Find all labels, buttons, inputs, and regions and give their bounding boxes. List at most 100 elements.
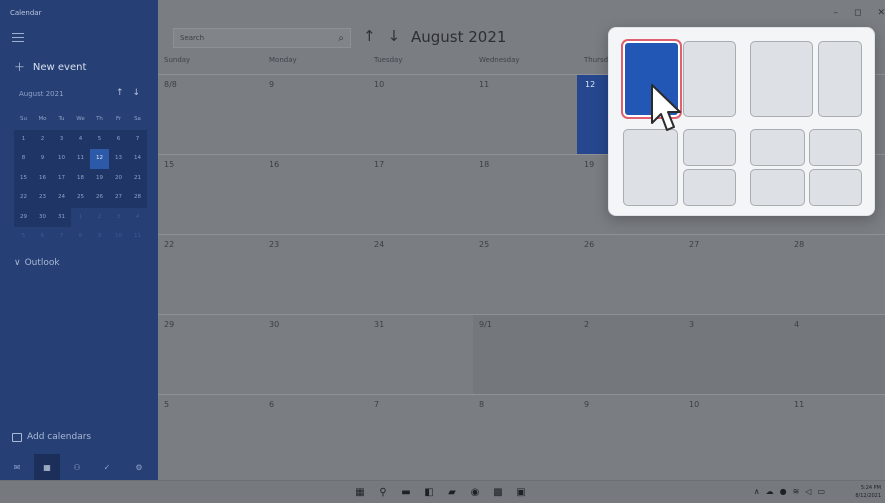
next-month-icon[interactable]: ↓ [388, 27, 401, 45]
snap-zone-two-thirds-left[interactable] [750, 41, 813, 117]
search-icon[interactable]: ⌕ [338, 33, 344, 44]
day-number[interactable]: 17 [374, 160, 384, 169]
mini-day[interactable]: 27 [109, 188, 128, 208]
mini-day[interactable]: 7 [128, 129, 147, 149]
day-number[interactable]: 27 [689, 240, 699, 249]
mini-day[interactable]: 25 [71, 188, 90, 208]
mini-day[interactable]: 3 [52, 129, 71, 149]
mini-day[interactable]: 14 [128, 149, 147, 169]
search-icon[interactable]: ⚲ [376, 486, 390, 499]
mini-day[interactable]: 8 [71, 227, 90, 247]
mini-day[interactable]: 11 [128, 227, 147, 247]
day-number[interactable]: 5 [164, 400, 169, 409]
mini-day[interactable]: 26 [90, 188, 109, 208]
day-number[interactable]: 24 [374, 240, 384, 249]
snap-zone-quad-bottom-right[interactable] [683, 169, 736, 206]
day-number[interactable]: 9 [269, 80, 274, 89]
mini-day[interactable]: 1 [14, 129, 33, 149]
mini-day[interactable]: 20 [109, 168, 128, 188]
mini-day[interactable]: 5 [14, 227, 33, 247]
taskbar-clock[interactable]: 5:24 PM 8/12/2021 [855, 484, 881, 500]
calendar-icon[interactable]: ▦ [34, 454, 60, 480]
mini-day[interactable]: 9 [33, 149, 52, 169]
mini-day[interactable]: 2 [33, 129, 52, 149]
day-number[interactable]: 18 [479, 160, 489, 169]
security-icon[interactable]: ● [780, 487, 787, 496]
day-number[interactable]: 23 [269, 240, 279, 249]
mini-day[interactable]: 10 [109, 227, 128, 247]
mini-day[interactable]: 23 [33, 188, 52, 208]
mini-day[interactable]: 1 [71, 208, 90, 228]
day-number[interactable]: 4 [794, 320, 799, 329]
mini-day[interactable]: 3 [109, 208, 128, 228]
mini-day[interactable]: 9 [90, 227, 109, 247]
day-number[interactable]: 11 [794, 400, 804, 409]
search-input[interactable]: Search ⌕ [173, 28, 351, 48]
maximize-button[interactable]: ◻ [854, 8, 861, 18]
mini-day[interactable]: 22 [14, 188, 33, 208]
day-number[interactable]: 3 [689, 320, 694, 329]
mini-day[interactable]: 30 [33, 207, 52, 227]
mini-day[interactable]: 28 [128, 188, 147, 208]
day-number[interactable]: 2 [584, 320, 589, 329]
day-number[interactable]: 8 [479, 400, 484, 409]
mail-icon[interactable]: ✉ [4, 454, 30, 480]
snap-zone-one-third-right[interactable] [818, 41, 862, 117]
battery-icon[interactable]: ▭ [817, 487, 825, 496]
volume-icon[interactable]: ◁ [805, 487, 811, 496]
day-number[interactable]: 19 [584, 160, 594, 169]
up-arrow-icon[interactable]: ↑ [116, 88, 124, 98]
store-icon[interactable]: ▩ [491, 486, 505, 499]
day-number[interactable]: 30 [269, 320, 279, 329]
snap-zone-quad-top-right[interactable] [683, 129, 736, 166]
day-number[interactable]: 9 [584, 400, 589, 409]
mini-day[interactable]: 4 [71, 129, 90, 149]
outlook-account[interactable]: ∨ Outlook [14, 258, 60, 268]
file-explorer-icon[interactable]: ▰ [445, 486, 459, 499]
day-number[interactable]: 16 [269, 160, 279, 169]
day-number[interactable]: 7 [374, 400, 379, 409]
task-view-icon[interactable]: ▬ [399, 486, 413, 499]
mini-day[interactable]: 8 [14, 149, 33, 169]
people-icon[interactable]: ⚇ [64, 454, 90, 480]
mini-day[interactable]: 5 [90, 129, 109, 149]
day-number[interactable]: 15 [164, 160, 174, 169]
close-button[interactable]: ✕ [877, 8, 885, 18]
edge-icon[interactable]: ◉ [468, 486, 482, 499]
mini-day[interactable]: 17 [52, 168, 71, 188]
wifi-icon[interactable]: ≋ [793, 487, 800, 496]
mini-day[interactable]: 12 [90, 149, 109, 169]
cloud-icon[interactable]: ☁ [766, 487, 774, 496]
mini-day[interactable]: 18 [71, 168, 90, 188]
add-calendars-button[interactable]: Add calendars [12, 432, 91, 442]
mini-day[interactable]: 24 [52, 188, 71, 208]
mini-day[interactable]: 2 [90, 208, 109, 228]
previous-month-icon[interactable]: ↑ [363, 27, 376, 45]
mini-day[interactable]: 16 [33, 168, 52, 188]
day-number[interactable]: 31 [374, 320, 384, 329]
day-number[interactable]: 8/8 [164, 80, 177, 89]
mini-day[interactable]: 10 [52, 149, 71, 169]
mini-day[interactable]: 11 [71, 149, 90, 169]
snap-zone-grid-top-left[interactable] [750, 129, 805, 166]
chevron-up-icon[interactable]: ∧ [754, 487, 760, 496]
day-number[interactable]: 22 [164, 240, 174, 249]
day-number[interactable]: 9/1 [479, 320, 492, 329]
mini-day[interactable]: 6 [33, 227, 52, 247]
hamburger-menu-icon[interactable] [12, 33, 24, 42]
snap-zone-half-right[interactable] [683, 41, 736, 117]
mini-day[interactable]: 4 [128, 208, 147, 228]
day-number[interactable]: 25 [479, 240, 489, 249]
start-icon[interactable]: ▦ [353, 486, 367, 499]
widgets-icon[interactable]: ◧ [422, 486, 436, 499]
todo-icon[interactable]: ✓ [94, 454, 120, 480]
new-event-button[interactable]: + New event [14, 60, 86, 75]
calendar-app-icon[interactable]: ▣ [514, 486, 528, 499]
down-arrow-icon[interactable]: ↓ [133, 88, 141, 98]
mini-day[interactable]: 6 [109, 129, 128, 149]
snap-zone-grid-top-right[interactable] [809, 129, 862, 166]
mini-day[interactable]: 13 [109, 149, 128, 169]
mini-day[interactable]: 21 [128, 168, 147, 188]
snap-zone-grid-bottom-right[interactable] [809, 169, 862, 206]
gear-icon[interactable]: ⚙ [126, 454, 152, 480]
